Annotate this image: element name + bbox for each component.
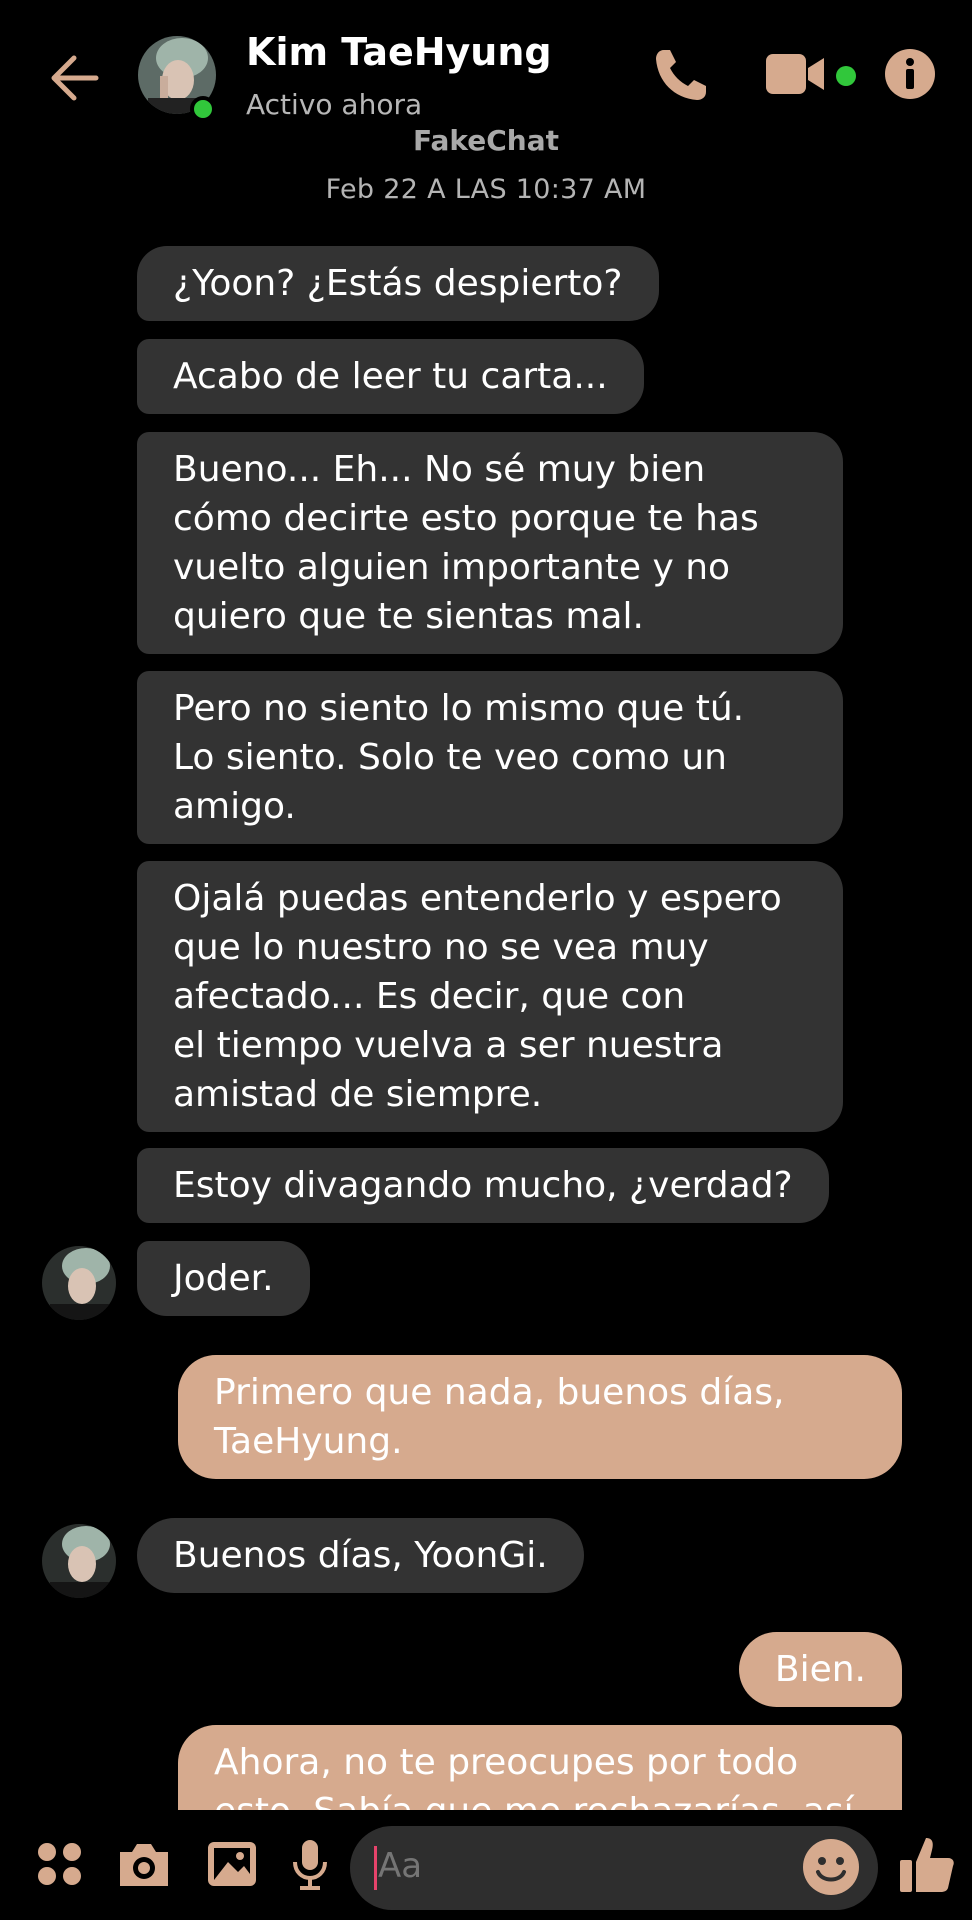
text-cursor bbox=[374, 1846, 377, 1890]
apps-button[interactable] bbox=[36, 1838, 84, 1894]
info-button[interactable] bbox=[884, 48, 936, 100]
info-icon bbox=[885, 49, 935, 99]
contact-status: Activo ahora bbox=[246, 88, 423, 121]
emoji-icon bbox=[803, 1839, 859, 1895]
call-button[interactable] bbox=[650, 44, 712, 106]
camera-icon bbox=[120, 1844, 168, 1886]
gallery-button[interactable] bbox=[206, 1838, 258, 1894]
message-bubble-incoming[interactable]: Joder. bbox=[137, 1241, 310, 1316]
online-indicator bbox=[190, 96, 216, 122]
conversation-timestamp: Feb 22 A LAS 10:37 AM bbox=[325, 174, 647, 205]
watermark: FakeChat bbox=[412, 124, 559, 157]
emoji-button[interactable] bbox=[802, 1838, 860, 1896]
back-button[interactable] bbox=[44, 48, 104, 108]
apps-icon bbox=[38, 1843, 81, 1885]
message-bubble-incoming[interactable]: Ojalá puedas entenderlo y espero que lo … bbox=[137, 861, 843, 1132]
contact-avatar-small bbox=[42, 1524, 116, 1598]
contact-avatar-small bbox=[42, 1246, 116, 1320]
video-active-dot bbox=[836, 66, 856, 86]
like-button[interactable] bbox=[898, 1834, 956, 1896]
message-bubble-outgoing[interactable]: Bien. bbox=[738, 1632, 902, 1707]
message-bubble-incoming[interactable]: Buenos días, YoonGi. bbox=[137, 1518, 584, 1593]
voice-message-button[interactable] bbox=[290, 1838, 330, 1898]
message-bubble-incoming[interactable]: Bueno... Eh... No sé muy bien cómo decir… bbox=[137, 432, 843, 654]
message-bubble-outgoing[interactable]: Ahora, no te preocupes por todo esto. Sa… bbox=[178, 1725, 902, 1810]
back-arrow-icon bbox=[51, 55, 99, 101]
message-bubble-incoming[interactable]: ¿Yoon? ¿Estás despierto? bbox=[137, 246, 659, 321]
gallery-icon bbox=[208, 1842, 256, 1886]
message-input[interactable] bbox=[378, 1846, 778, 1886]
phone-icon bbox=[656, 50, 706, 100]
message-bubble-outgoing[interactable]: Primero que nada, buenos días, TaeHyung. bbox=[178, 1355, 902, 1479]
message-bubble-incoming[interactable]: Pero no siento lo mismo que tú. Lo sient… bbox=[137, 671, 843, 844]
microphone-icon bbox=[293, 1840, 327, 1890]
message-bubble-incoming[interactable]: Estoy divagando mucho, ¿verdad? bbox=[137, 1148, 829, 1223]
video-camera-icon bbox=[766, 54, 824, 94]
video-call-button[interactable] bbox=[764, 52, 828, 96]
camera-button[interactable] bbox=[116, 1838, 172, 1894]
thumbs-up-icon bbox=[900, 1838, 954, 1892]
message-bubble-incoming[interactable]: Acabo de leer tu carta... bbox=[137, 339, 644, 414]
contact-name[interactable]: Kim TaeHyung bbox=[246, 30, 552, 74]
